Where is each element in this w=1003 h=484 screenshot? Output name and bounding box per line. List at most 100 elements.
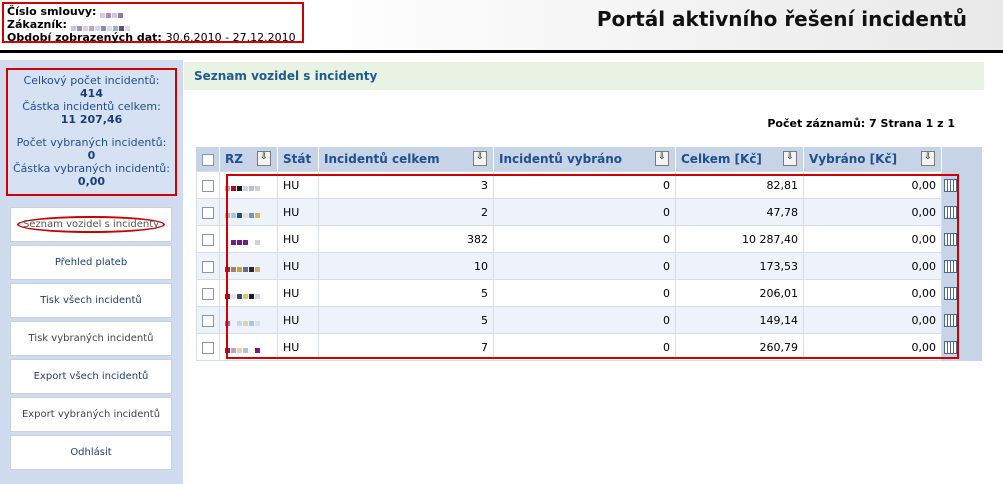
row-checkbox[interactable]	[202, 341, 214, 354]
table-row[interactable]: HU 5 0 149,14 0,00	[196, 306, 971, 334]
amount-cell: 10 287,40	[675, 225, 804, 253]
calendar-icon[interactable]	[944, 286, 959, 300]
plate-redacted	[225, 289, 261, 299]
row-checkbox[interactable]	[202, 206, 214, 219]
nav-export-all[interactable]: Export všech incidentů	[10, 359, 172, 394]
rz-cell[interactable]	[219, 279, 278, 307]
sidebar-nav: Seznam vozidel s incidenty Přehled plate…	[10, 207, 172, 473]
row-checkbox[interactable]	[202, 260, 214, 273]
nav-print-all[interactable]: Tisk všech incidentů	[10, 283, 172, 318]
selected-amount-label: Částka vybraných incidentů:	[13, 162, 170, 175]
rz-cell[interactable]	[219, 306, 278, 334]
total-cell: 5	[318, 279, 494, 307]
incident-stats-box: Celkový počet incidentů: 414 Částka inci…	[6, 68, 177, 196]
total-amount-value: 11 207,46	[60, 113, 123, 126]
nav-payments-overview-label: Přehled plateb	[54, 257, 128, 268]
selected-cell: 0	[493, 171, 676, 199]
col-amount-selected[interactable]: Vybráno [Kč] ⇩	[803, 147, 942, 172]
col-stat[interactable]: Stát	[277, 147, 319, 172]
col-total[interactable]: Incidentů celkem ⇩	[318, 147, 494, 172]
rz-cell[interactable]	[219, 171, 278, 199]
selected-cell: 0	[493, 198, 676, 226]
customer-row: Zákazník:	[7, 18, 299, 31]
page-header: Číslo smlouvy: Zákazník: Období zobrazen…	[0, 0, 1003, 50]
col-selected[interactable]: Incidentů vybráno ⇩	[493, 147, 676, 172]
table-row[interactable]: HU 382 0 10 287,40 0,00	[196, 225, 971, 253]
customer-label: Zákazník:	[7, 18, 67, 31]
rz-cell[interactable]	[219, 333, 278, 361]
header-divider	[0, 50, 1003, 53]
nav-export-selected[interactable]: Export vybraných incidentů	[10, 397, 172, 432]
rz-cell[interactable]	[219, 252, 278, 280]
row-checkbox-cell	[196, 306, 220, 334]
selected-count-label: Počet vybraných incidentů:	[16, 136, 167, 149]
total-cell: 5	[318, 306, 494, 334]
nav-payments-overview[interactable]: Přehled plateb	[10, 245, 172, 280]
nav-print-selected[interactable]: Tisk vybraných incidentů	[10, 321, 172, 356]
row-checkbox[interactable]	[202, 179, 214, 192]
col-amount[interactable]: Celkem [Kč] ⇩	[675, 147, 804, 172]
table-row[interactable]: HU 7 0 260,79 0,00	[196, 333, 971, 361]
sort-icon[interactable]: ⇩	[473, 151, 487, 166]
calendar-cell	[941, 333, 971, 361]
table-row[interactable]: HU 5 0 206,01 0,00	[196, 279, 971, 307]
col-total-label: Incidentů celkem	[324, 152, 440, 166]
table-row[interactable]: HU 10 0 173,53 0,00	[196, 252, 971, 280]
sort-icon[interactable]: ⇩	[783, 151, 797, 166]
period-label: Období zobrazených dat:	[7, 31, 162, 44]
nav-vehicle-list[interactable]: Seznam vozidel s incidenty	[10, 207, 172, 242]
row-checkbox[interactable]	[202, 287, 214, 300]
table-row[interactable]: HU 2 0 47,78 0,00	[196, 198, 971, 226]
calendar-icon[interactable]	[944, 205, 959, 219]
row-checkbox[interactable]	[202, 314, 214, 327]
amount-selected-cell: 0,00	[803, 279, 942, 307]
col-amount-selected-label: Vybráno [Kč]	[809, 152, 898, 166]
row-checkbox-cell	[196, 279, 220, 307]
records-info: Počet záznamů: 7 Strana 1 z 1	[767, 117, 955, 130]
calendar-icon[interactable]	[944, 340, 959, 354]
amount-selected-cell: 0,00	[803, 198, 942, 226]
sort-icon[interactable]: ⇩	[921, 151, 935, 166]
rz-cell[interactable]	[219, 225, 278, 253]
plate-redacted	[225, 316, 261, 326]
calendar-icon[interactable]	[944, 313, 959, 327]
amount-cell: 82,81	[675, 171, 804, 199]
calendar-icon[interactable]	[944, 232, 959, 246]
col-stat-label: Stát	[283, 152, 312, 166]
stat-cell: HU	[277, 198, 319, 226]
selected-cell: 0	[493, 306, 676, 334]
table-header-row: RZ ⇩ Stát Incidentů celkem ⇩ Incidentů vyb…	[196, 147, 971, 172]
total-cell: 7	[318, 333, 494, 361]
row-checkbox[interactable]	[202, 233, 214, 246]
total-cell: 2	[318, 198, 494, 226]
nav-logout[interactable]: Odhlásit	[10, 435, 172, 470]
total-cell: 10	[318, 252, 494, 280]
sort-icon[interactable]: ⇩	[655, 151, 669, 166]
calendar-icon[interactable]	[944, 178, 959, 192]
nav-print-selected-label: Tisk vybraných incidentů	[28, 333, 154, 344]
rz-cell[interactable]	[219, 198, 278, 226]
contract-label: Číslo smlouvy:	[7, 5, 97, 18]
calendar-cell	[941, 279, 971, 307]
row-checkbox-cell	[196, 252, 220, 280]
total-amount-label: Částka incidentů celkem:	[22, 100, 161, 113]
nav-print-all-label: Tisk všech incidentů	[40, 295, 142, 306]
stat-cell: HU	[277, 279, 319, 307]
select-all-checkbox[interactable]	[201, 153, 214, 166]
amount-cell: 173,53	[675, 252, 804, 280]
plate-redacted	[225, 181, 261, 191]
selected-cell: 0	[493, 333, 676, 361]
calendar-icon[interactable]	[944, 259, 959, 273]
plate-redacted	[225, 343, 261, 353]
calendar-cell	[941, 171, 971, 199]
amount-cell: 149,14	[675, 306, 804, 334]
amount-cell: 47,78	[675, 198, 804, 226]
contract-number-redacted	[100, 8, 124, 18]
calendar-cell	[941, 225, 971, 253]
amount-selected-cell: 0,00	[803, 306, 942, 334]
table-row[interactable]: HU 3 0 82,81 0,00	[196, 171, 971, 199]
left-sidebar: Celkový počet incidentů: 414 Částka inci…	[0, 60, 183, 484]
col-rz[interactable]: RZ ⇩	[219, 147, 278, 172]
sort-icon[interactable]: ⇩	[257, 151, 271, 166]
selected-count-value: 0	[87, 149, 96, 162]
